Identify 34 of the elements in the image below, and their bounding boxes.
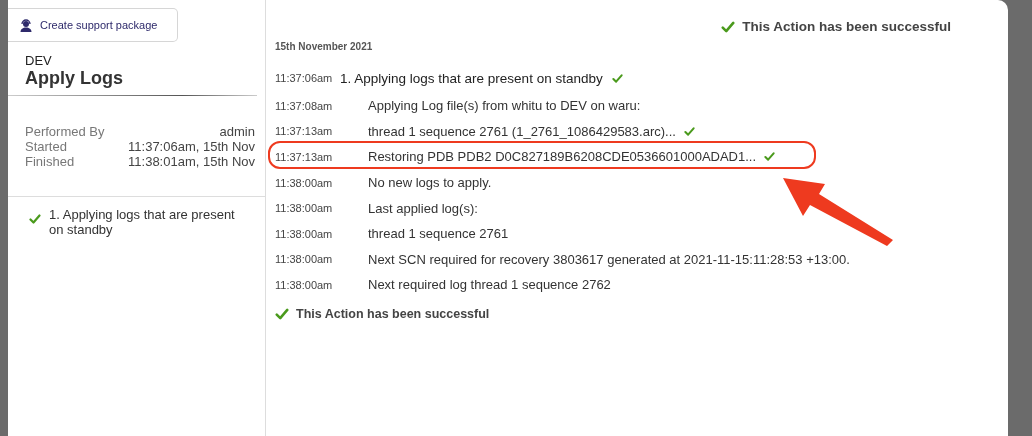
check-icon <box>275 306 289 321</box>
detail-label: Finished <box>25 154 75 169</box>
detail-label: Started <box>25 139 67 154</box>
success-message: This Action has been successful <box>296 306 490 321</box>
detail-value: admin <box>219 124 255 139</box>
headset-user-icon <box>20 18 32 32</box>
log-message: Last applied log(s): <box>368 200 478 216</box>
detail-value: 11:37:06am, 15th Nov <box>128 139 255 154</box>
action-title: Apply Logs <box>25 68 124 89</box>
log-message: thread 1 sequence 2761 (1_2761_1086429583.arc)... <box>368 123 676 139</box>
support-package-button[interactable]: Create support package <box>8 8 178 42</box>
environment-label: DEV <box>25 53 53 68</box>
check-icon <box>721 19 736 34</box>
detail-label: Performed By <box>25 124 105 139</box>
log-message: No new logs to apply. <box>368 175 492 191</box>
log-message: Next required log thread 1 sequence 2762 <box>368 277 611 293</box>
log-timestamp: 11:38:00am <box>275 227 334 240</box>
log-message: Restoring PDB PDB2 D0C827189B6208CDE0536601000ADAD1... <box>368 149 757 165</box>
log-message: 1. Applying logs that are present on standby <box>340 70 603 86</box>
log-message: thread 1 sequence 2761 <box>368 226 509 242</box>
log-message: Applying Log file(s) from whitu to DEV on waru: <box>368 98 641 114</box>
log-timestamp: 11:38:00am <box>275 202 334 215</box>
log-timestamp: 11:37:13am <box>275 125 334 138</box>
step-item[interactable]: 1. Applying logs that are present on standby <box>29 207 235 237</box>
log-timestamp: 11:38:00am <box>275 176 334 189</box>
log-timestamp: 11:37:06am <box>275 72 334 84</box>
log-message: Next SCN required for recovery 3803617 generated at 2021-11-15:11:28:53 +13:00. <box>368 251 850 267</box>
log-timestamp: 11:37:13am <box>275 151 334 163</box>
log-timestamp: 11:38:00am <box>275 253 334 266</box>
log-timestamp: 11:38:00am <box>275 278 334 291</box>
log-timestamp: 11:37:08am <box>275 99 334 112</box>
success-message: This Action has been successful <box>742 19 951 34</box>
detail-value: 11:38:01am, 15th Nov <box>128 154 255 169</box>
log-date: 15th November 2021 <box>275 41 374 52</box>
